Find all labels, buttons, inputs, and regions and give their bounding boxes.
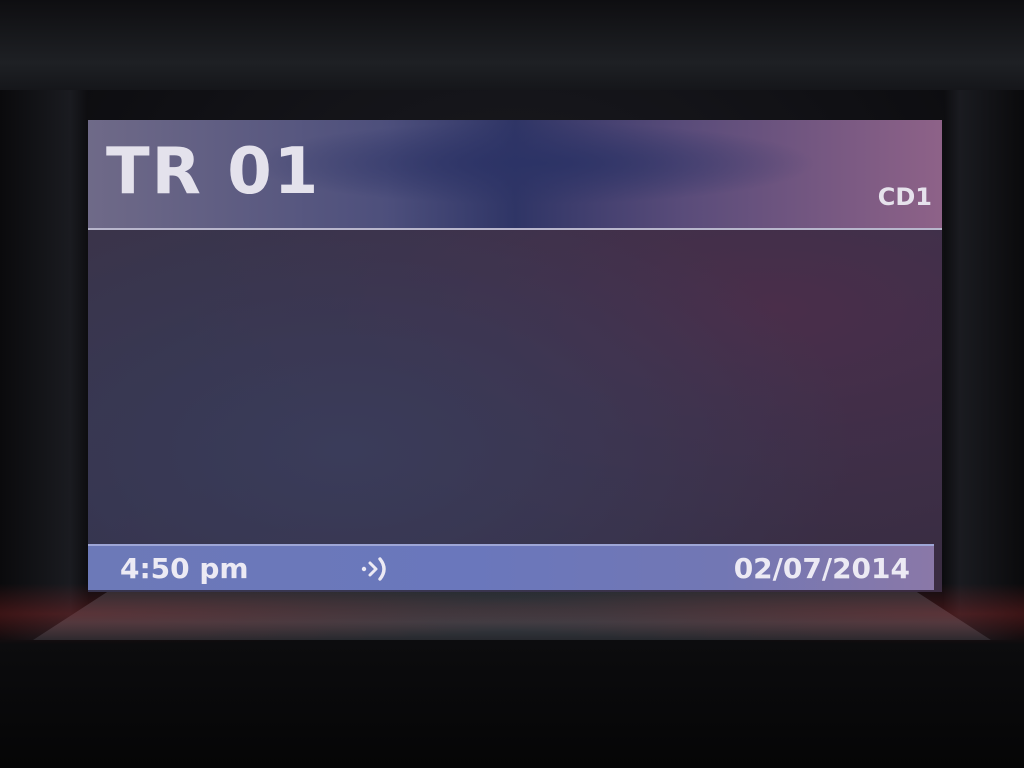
infotainment-screen: TR 01 CD1 4:50 pm 02/07/2014: [88, 120, 942, 592]
dashboard-bezel-ledge: [30, 592, 994, 642]
status-bar: 4:50 pm 02/07/2014: [88, 544, 934, 590]
dashboard-bezel-bottom: [0, 640, 1024, 768]
clock-time: 4:50 pm: [120, 552, 249, 585]
dashboard-bezel-top: [0, 0, 1024, 90]
main-content-area: [88, 230, 942, 542]
now-playing-header: TR 01 CD1: [88, 120, 942, 230]
dashboard-bezel-left: [0, 90, 88, 640]
broadcast-icon: [361, 557, 386, 581]
track-number: TR 01: [106, 135, 321, 209]
dashboard-bezel-right: [944, 90, 1024, 640]
current-date: 02/07/2014: [733, 552, 910, 585]
car-dashboard: TR 01 CD1 4:50 pm 02/07/2014: [0, 0, 1024, 768]
audio-source-label: CD1: [877, 183, 932, 211]
